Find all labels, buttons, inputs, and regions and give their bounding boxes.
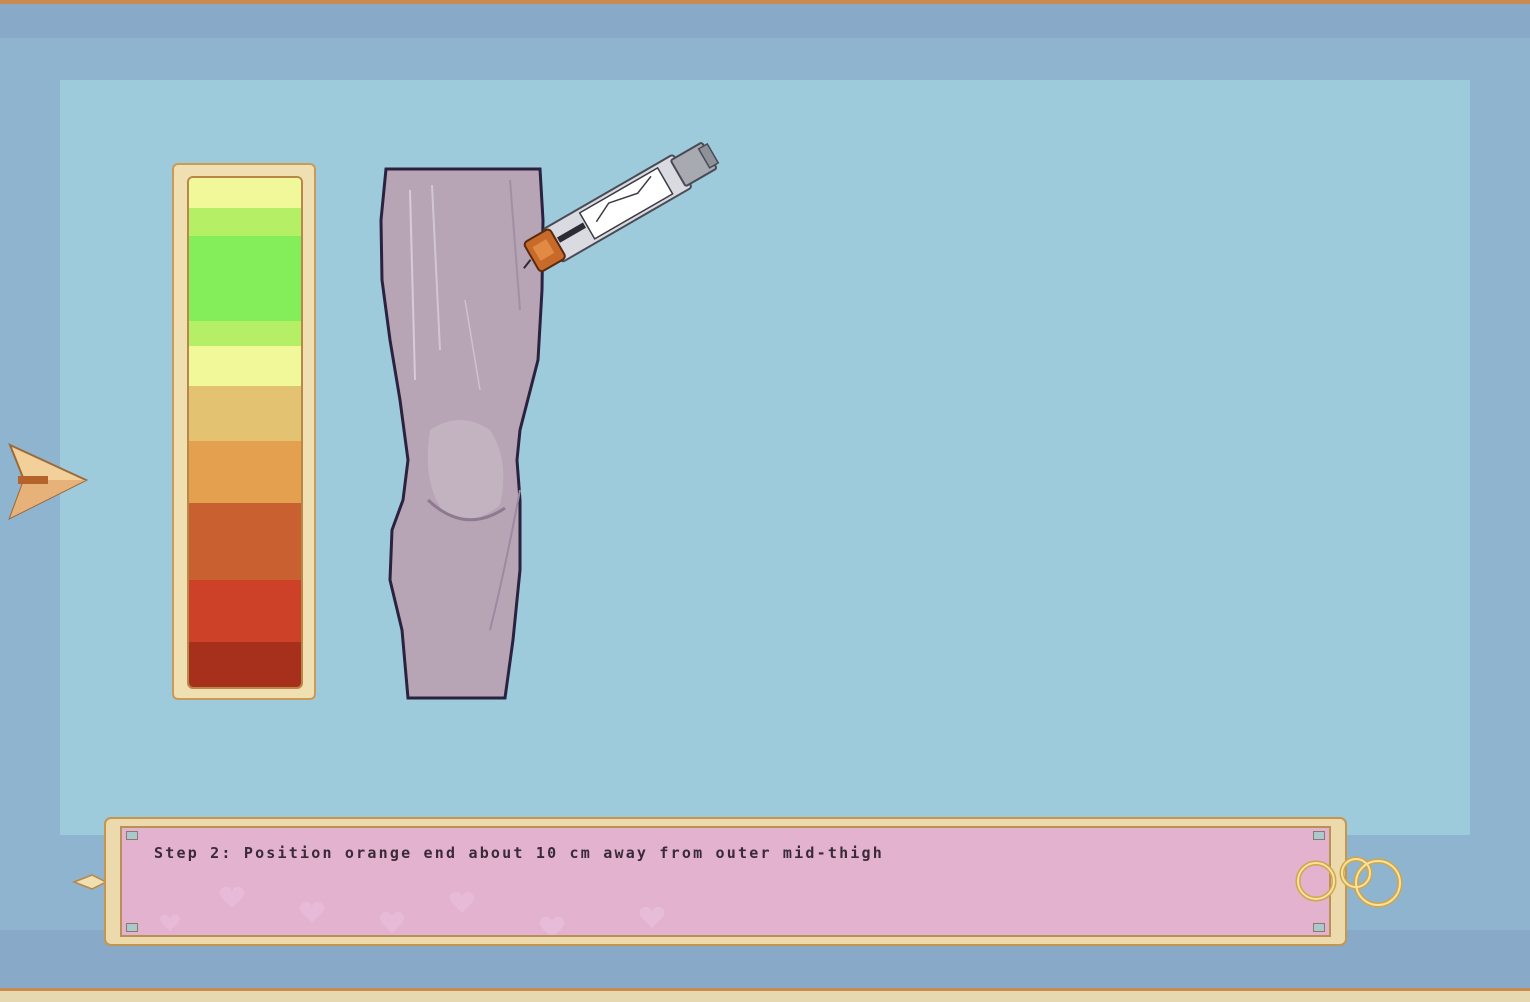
corner-ornament <box>126 923 138 932</box>
meter-band <box>189 208 301 236</box>
auto-injector-icon[interactable] <box>510 110 740 280</box>
meter-band <box>189 441 301 503</box>
meter-band <box>189 580 301 642</box>
bottom-border <box>0 988 1530 1002</box>
meter-band <box>189 178 301 208</box>
dialog-box[interactable]: Step 2: Position orange end about 10 cm … <box>104 817 1347 946</box>
dialog-text: Step 2: Position orange end about 10 cm … <box>154 844 884 862</box>
corner-ornament <box>126 831 138 840</box>
dialog-panel: Step 2: Position orange end about 10 cm … <box>120 826 1331 937</box>
meter-band <box>189 346 301 386</box>
meter-bands <box>187 176 303 689</box>
meter-band <box>189 503 301 580</box>
meter-band <box>189 386 301 441</box>
top-band <box>0 4 1530 38</box>
corner-ornament <box>1313 923 1325 932</box>
meter-band <box>189 236 301 321</box>
meter-band <box>189 321 301 346</box>
dialog-ornament-icon <box>1270 845 1420 915</box>
corner-ornament <box>1313 831 1325 840</box>
arrow-cursor-icon[interactable] <box>8 442 89 521</box>
color-meter <box>172 163 316 700</box>
dialog-pointer <box>71 872 108 892</box>
meter-band <box>189 642 301 687</box>
